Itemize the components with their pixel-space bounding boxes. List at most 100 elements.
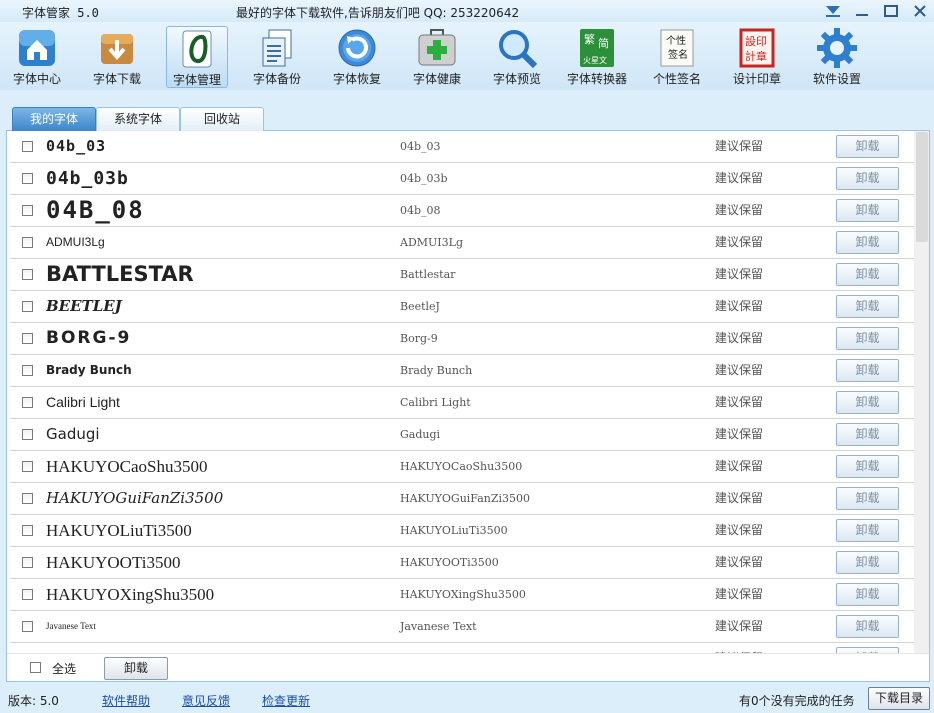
font-manage-icon (182, 30, 212, 68)
uninstall-button[interactable]: 卸载 (836, 391, 899, 414)
table-row: ADMUI3Lg ADMUI3Lg 建议保留 卸载 (10, 227, 914, 259)
tab-system-fonts[interactable]: 系统字体 (96, 107, 180, 131)
uninstall-button[interactable]: 卸载 (836, 487, 899, 510)
font-status: 建议保留 (715, 267, 764, 281)
uninstall-button[interactable]: 卸载 (836, 455, 899, 478)
first-aid-kit-icon (418, 29, 456, 66)
table-row: HAKUYOGuiFanZi3500 HAKUYOGuiFanZi3500 建议… (10, 483, 914, 515)
row-checkbox[interactable] (22, 365, 33, 376)
font-status: 建议保留 (715, 643, 763, 653)
row-checkbox[interactable] (22, 173, 33, 184)
bulk-uninstall-button[interactable]: 卸载 (104, 657, 168, 680)
row-checkbox[interactable] (22, 333, 33, 344)
font-name: Javanese Text (400, 620, 477, 633)
uninstall-button[interactable]: 卸载 (836, 615, 899, 638)
toolbar-font-preview[interactable]: 字体预览 (486, 26, 548, 88)
uninstall-button[interactable]: 卸载 (836, 167, 899, 190)
font-status: 建议保留 (715, 299, 764, 313)
title-bar: 字体管家 5.0 最好的字体下载软件,告诉朋友们吧 QQ: 253220642 (0, 0, 934, 22)
uninstall-button[interactable]: 卸载 (836, 583, 899, 606)
uninstall-button[interactable]: 卸载 (836, 423, 899, 446)
row-checkbox[interactable] (22, 493, 33, 504)
font-preview: HAKUYOGuiFanZi3500 (46, 489, 224, 507)
pending-tasks-text: 有0个没有完成的任务 (739, 694, 855, 708)
app-title: 字体管家 5.0 (22, 6, 99, 20)
uninstall-button[interactable]: 卸载 (836, 263, 899, 286)
uninstall-button[interactable]: 卸载 (836, 199, 899, 222)
scrollbar-thumb[interactable] (916, 132, 928, 242)
font-status: 建议保留 (715, 171, 764, 185)
font-preview: HAKUYOOTi3500 (46, 553, 181, 572)
font-preview: BEETLEJ (46, 297, 122, 315)
help-link[interactable]: 软件帮助 (102, 692, 150, 709)
close-button[interactable] (905, 0, 934, 22)
svg-text:火星文: 火星文 (583, 55, 607, 65)
uninstall-button[interactable]: 卸载 (836, 359, 899, 382)
minimize-icon (855, 14, 868, 16)
toolbar-font-manage[interactable]: 字体管理 (166, 26, 228, 88)
toolbar-font-backup[interactable]: 字体备份 (246, 26, 308, 88)
table-row: Calibri Light Calibri Light 建议保留 卸载 (10, 387, 914, 419)
uninstall-button[interactable]: 卸载 (836, 231, 899, 254)
row-checkbox[interactable] (22, 525, 33, 536)
table-row: 04B_08 04b_08 建议保留 卸载 (10, 195, 914, 227)
row-checkbox[interactable] (22, 205, 33, 216)
row-checkbox[interactable] (22, 461, 33, 472)
font-status: 建议保留 (715, 491, 764, 505)
uninstall-button[interactable]: 卸载 (836, 551, 899, 574)
row-checkbox[interactable] (22, 269, 33, 280)
uninstall-button[interactable]: 卸载 (836, 295, 899, 318)
converter-icon: 繁 简 火星文 (580, 29, 614, 67)
row-checkbox[interactable] (22, 237, 33, 248)
maximize-button[interactable] (876, 0, 905, 22)
row-checkbox[interactable] (22, 557, 33, 568)
toolbar-font-converter[interactable]: 繁 简 火星文 字体转换器 (566, 26, 628, 88)
font-name: Calibri Light (400, 396, 471, 409)
uninstall-button[interactable]: 卸载 (836, 327, 899, 350)
font-list: 04b_03 04b_03 建议保留 卸载 04b_03b 04b_03b 建议… (10, 131, 914, 653)
row-checkbox[interactable] (22, 429, 33, 440)
table-row: Gadugi Gadugi 建议保留 卸载 (10, 419, 914, 451)
toolbar-design-seal[interactable]: 設印 計章 设计印章 (726, 26, 788, 88)
row-checkbox[interactable] (22, 141, 33, 152)
select-all-checkbox[interactable] (30, 662, 41, 673)
svg-text:計章: 計章 (745, 49, 767, 63)
font-preview: Brady Bunch (46, 363, 132, 377)
uninstall-button[interactable]: 卸载 (836, 135, 899, 158)
font-preview: BATTLESTAR (46, 262, 194, 286)
toolbar-font-center[interactable]: 字体中心 (6, 26, 68, 88)
font-preview (46, 643, 386, 653)
row-checkbox[interactable] (22, 301, 33, 312)
font-status: 建议保留 (715, 459, 764, 473)
toolbar-font-health[interactable]: 字体健康 (406, 26, 468, 88)
tab-my-fonts[interactable]: 我的字体 (12, 107, 96, 131)
font-status: 建议保留 (715, 619, 764, 633)
toolbar-font-restore[interactable]: 字体恢复 (326, 26, 388, 88)
font-preview: HAKUYOLiuTi3500 (46, 521, 192, 540)
toolbar-settings[interactable]: 软件设置 (806, 26, 868, 88)
font-name: 04b_08 (400, 204, 441, 217)
restore-arrow-icon (338, 29, 376, 67)
gear-icon (817, 28, 857, 68)
toolbar-signature[interactable]: 个性 签名 个性签名 (646, 26, 708, 88)
download-directory-button[interactable]: 下载目录 (868, 687, 930, 710)
table-row: HAKUYOXingShu3500 HAKUYOXingShu3500 建议保留… (10, 579, 914, 611)
svg-text:繁: 繁 (584, 32, 595, 46)
row-checkbox[interactable] (22, 621, 33, 632)
tab-recycle-bin[interactable]: 回收站 (180, 107, 264, 131)
row-checkbox[interactable] (22, 397, 33, 408)
minimize-button[interactable] (847, 0, 876, 22)
version-text: 版本: 5.0 (8, 694, 59, 708)
download-box-icon (101, 34, 133, 64)
feedback-link[interactable]: 意见反馈 (182, 692, 230, 709)
uninstall-button[interactable]: 卸载 (836, 519, 899, 542)
font-status: 建议保留 (715, 395, 764, 409)
font-name: BeetleJ (400, 300, 440, 313)
toolbar-font-download[interactable]: 字体下载 (86, 26, 148, 88)
check-update-link[interactable]: 检查更新 (262, 692, 310, 709)
table-row: Brady Bunch Brady Bunch 建议保留 卸载 (10, 355, 914, 387)
row-checkbox[interactable] (22, 589, 33, 600)
magnifier-icon (499, 30, 538, 69)
menu-dropdown-button[interactable] (818, 0, 847, 22)
select-all-label[interactable]: 全选 (52, 660, 76, 677)
